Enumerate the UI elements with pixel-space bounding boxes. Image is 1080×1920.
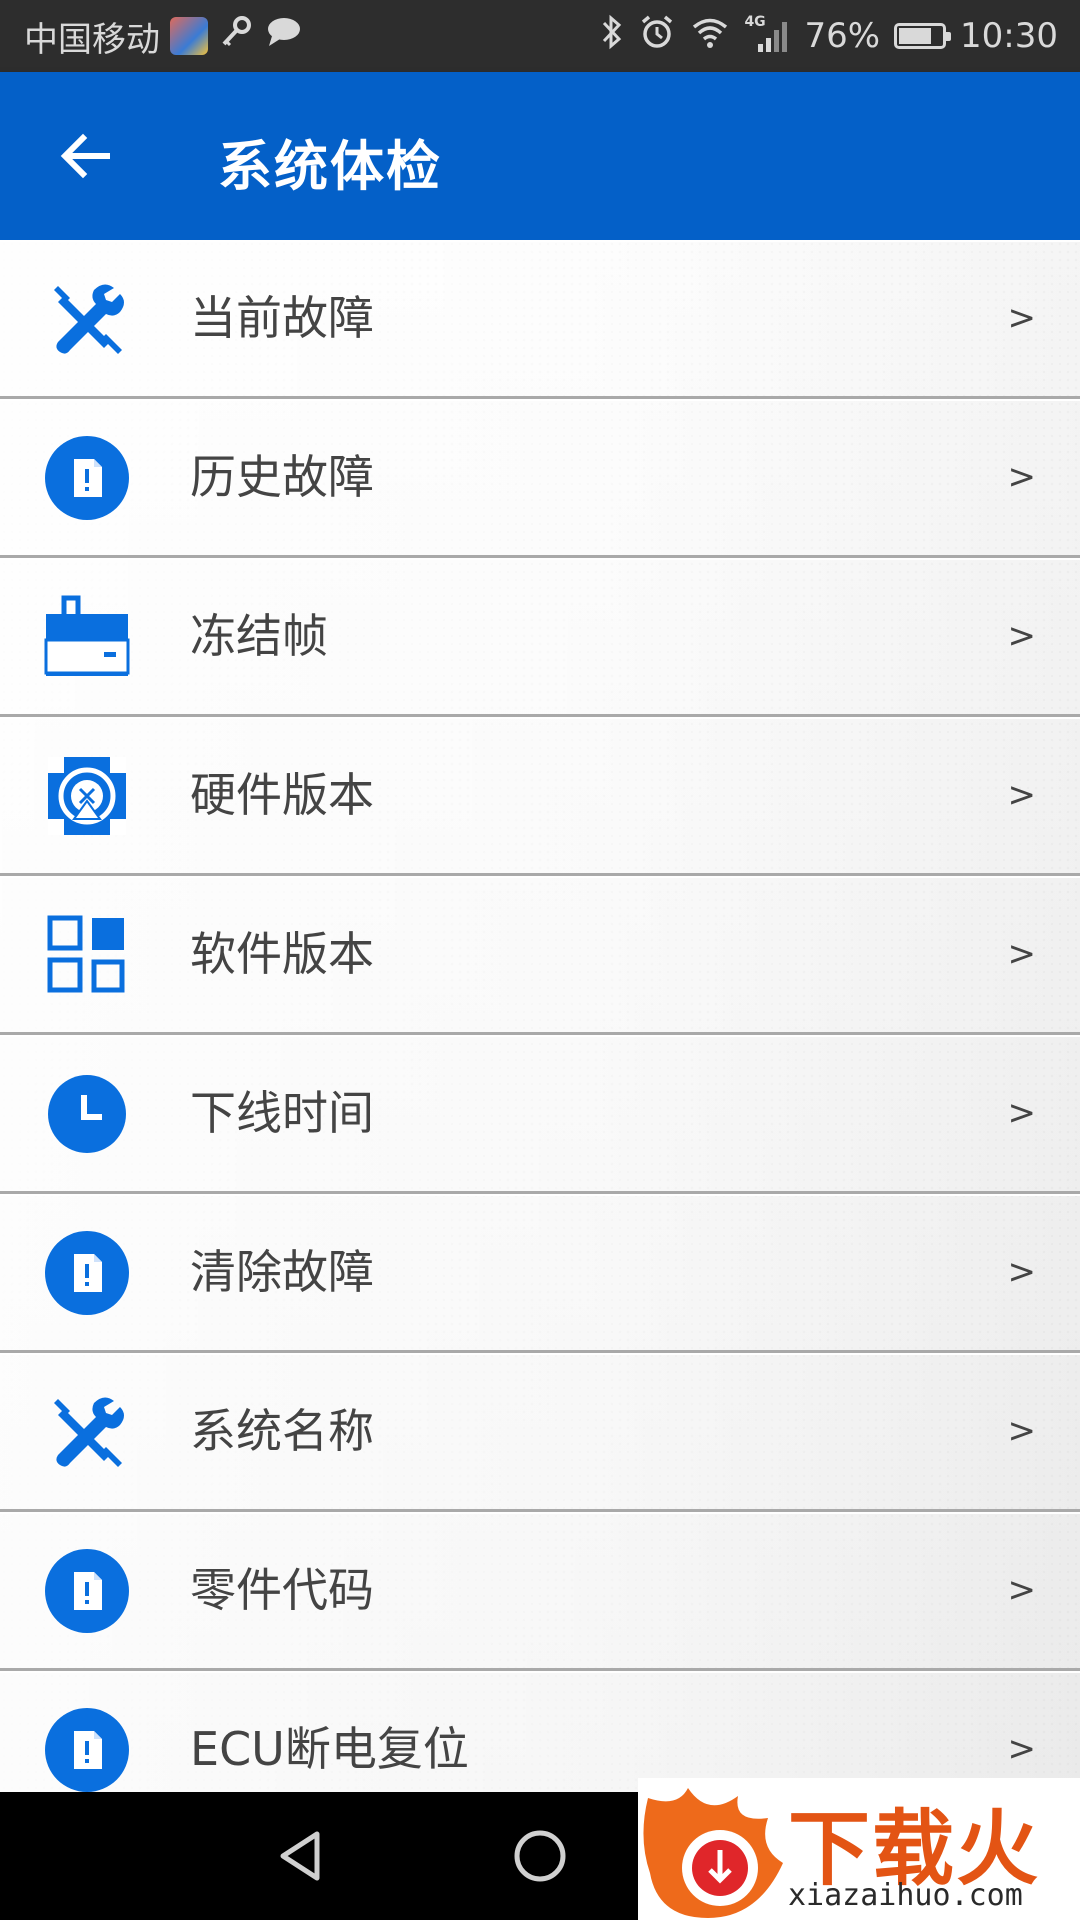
briefcase-icon xyxy=(44,594,130,680)
chevron-right-icon: > xyxy=(1007,457,1037,497)
battery-percent: 76% xyxy=(804,16,881,56)
clock-icon xyxy=(44,1071,130,1157)
clock-time: 10:30 xyxy=(960,16,1058,56)
grid-icon xyxy=(44,912,130,998)
menu-item-label: ECU断电复位 xyxy=(190,1722,469,1776)
menu-item[interactable]: ECU断电复位 > xyxy=(0,1671,1080,1792)
nav-home-button[interactable] xyxy=(490,1816,590,1896)
page-title: 系统体检 xyxy=(218,135,442,198)
watermark-url: xiazaihuo.com xyxy=(788,1878,1023,1913)
menu-item[interactable]: 冻结帧 > xyxy=(0,558,1080,717)
menu-item-label: 当前故障 xyxy=(190,291,374,345)
carrier-name: 中国移动 xyxy=(24,19,160,60)
menu-item[interactable]: 当前故障 > xyxy=(0,240,1080,399)
chevron-right-icon: > xyxy=(1007,298,1037,338)
status-bar: 中国移动 4G 76% 10:30 xyxy=(0,0,1080,72)
menu-item-label: 系统名称 xyxy=(190,1404,374,1458)
menu-item-label: 软件版本 xyxy=(190,927,374,981)
menu-item[interactable]: 系统名称 > xyxy=(0,1353,1080,1512)
document-alert-icon xyxy=(44,1707,130,1792)
map-app-icon xyxy=(170,17,208,55)
back-triangle-icon xyxy=(280,1831,320,1881)
chevron-right-icon: > xyxy=(1007,775,1037,815)
menu-item-label: 历史故障 xyxy=(190,450,374,504)
document-alert-icon xyxy=(44,1548,130,1634)
menu-item[interactable]: 软件版本 > xyxy=(0,876,1080,1035)
nav-back-button[interactable] xyxy=(250,1816,350,1896)
menu-item-label: 硬件版本 xyxy=(190,768,374,822)
chat-icon xyxy=(264,14,302,59)
back-button[interactable] xyxy=(40,116,130,196)
menu-item[interactable]: 硬件版本 > xyxy=(0,717,1080,876)
document-alert-icon xyxy=(44,1230,130,1316)
wifi-icon xyxy=(690,14,730,59)
key-icon xyxy=(218,14,254,59)
menu-item-label: 零件代码 xyxy=(190,1563,374,1617)
menu-item[interactable]: 零件代码 > xyxy=(0,1512,1080,1671)
menu-item[interactable]: 历史故障 > xyxy=(0,399,1080,558)
menu-list: 当前故障 > 历史故障 > 冻结帧 > 硬件版本 > 软件版本 > 下线时间 > 清除故障 > 系统名称 > 零… xyxy=(0,240,1080,1792)
chevron-right-icon: > xyxy=(1007,616,1037,656)
tools-icon xyxy=(44,276,130,362)
menu-item-label: 下线时间 xyxy=(190,1086,374,1140)
chevron-right-icon: > xyxy=(1007,1411,1037,1451)
chevron-right-icon: > xyxy=(1007,934,1037,974)
arrow-left-icon xyxy=(60,133,110,179)
tools-icon xyxy=(44,1389,130,1475)
bluetooth-icon xyxy=(600,13,624,60)
menu-item[interactable]: 下线时间 > xyxy=(0,1035,1080,1194)
battery-level xyxy=(899,28,932,44)
chevron-right-icon: > xyxy=(1007,1729,1037,1769)
menu-item-label: 清除故障 xyxy=(190,1245,374,1299)
chevron-right-icon: > xyxy=(1007,1093,1037,1133)
flame-logo-icon xyxy=(643,1788,783,1918)
alarm-icon xyxy=(638,13,676,60)
menu-item[interactable]: 清除故障 > xyxy=(0,1194,1080,1353)
document-alert-icon xyxy=(44,435,130,521)
home-circle-icon xyxy=(514,1830,566,1882)
hardware-icon xyxy=(44,753,130,839)
chevron-right-icon: > xyxy=(1007,1252,1037,1292)
battery-icon xyxy=(894,23,952,49)
watermark: 下载火 xiazaihuo.com xyxy=(638,1778,1080,1920)
app-bar: 系统体检 xyxy=(0,72,1080,240)
menu-item-label: 冻结帧 xyxy=(190,609,328,663)
chevron-right-icon: > xyxy=(1007,1570,1037,1610)
cellular-signal-icon: 4G xyxy=(744,14,790,56)
